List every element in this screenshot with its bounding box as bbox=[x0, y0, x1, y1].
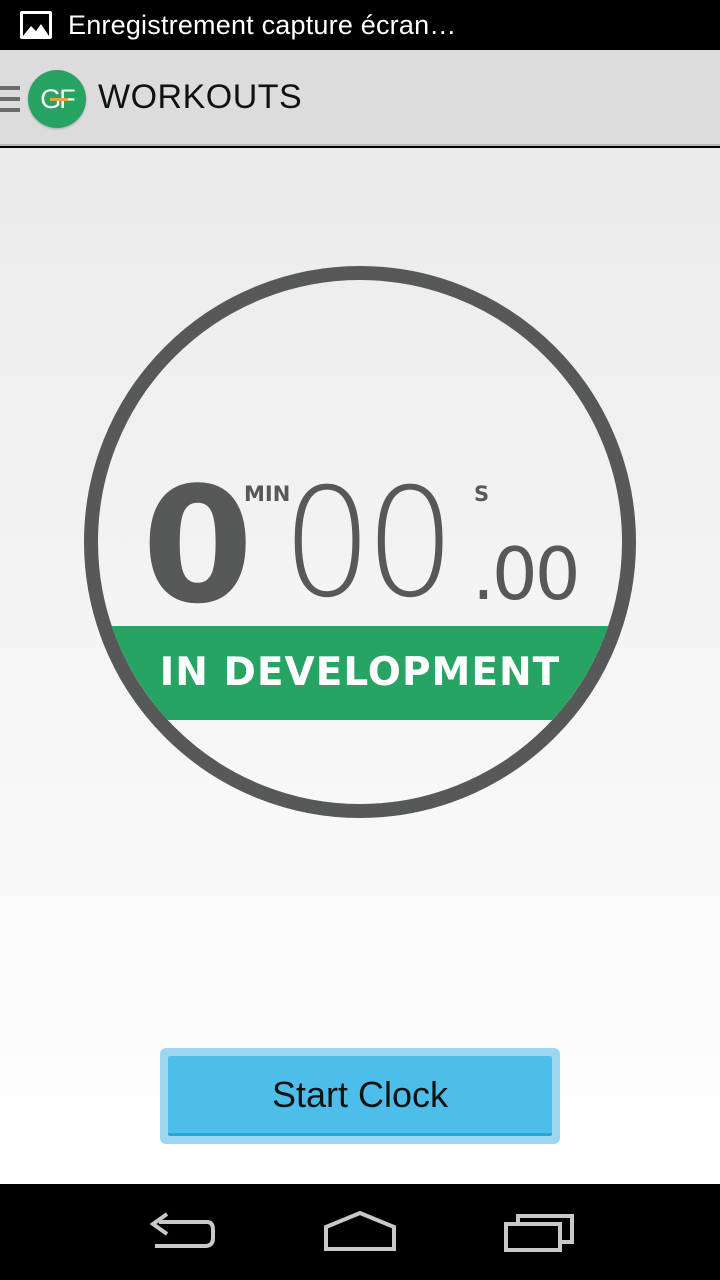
home-icon[interactable] bbox=[320, 1202, 400, 1262]
page-title: WORKOUTS bbox=[98, 78, 303, 116]
back-icon[interactable] bbox=[140, 1202, 220, 1262]
start-clock-button[interactable]: Start Clock bbox=[168, 1056, 552, 1136]
action-bar: GF WORKOUTS bbox=[0, 50, 720, 146]
notification-text: Enregistrement capture écran… bbox=[68, 9, 457, 40]
start-button-focus-ring: Start Clock bbox=[160, 1048, 560, 1144]
main-content: IN DEVELOPMENT 0 MIN 00 S .00 Start Cloc… bbox=[0, 148, 720, 1184]
status-bar: Enregistrement capture écran… bbox=[0, 0, 720, 50]
seconds-value: 00 bbox=[282, 457, 456, 631]
centiseconds-value: .00 bbox=[472, 532, 581, 616]
screen: Enregistrement capture écran… GF WORKOUT… bbox=[0, 0, 720, 1280]
navigation-bar bbox=[0, 1184, 720, 1280]
drawer-icon[interactable] bbox=[0, 86, 20, 112]
seconds-label: S bbox=[474, 482, 490, 506]
image-icon bbox=[20, 11, 52, 39]
status-band: IN DEVELOPMENT bbox=[98, 626, 622, 720]
minutes-value: 0 bbox=[142, 452, 253, 639]
recents-icon[interactable] bbox=[500, 1202, 580, 1262]
logo-accent-bar bbox=[50, 98, 68, 101]
app-logo[interactable]: GF bbox=[28, 70, 86, 128]
